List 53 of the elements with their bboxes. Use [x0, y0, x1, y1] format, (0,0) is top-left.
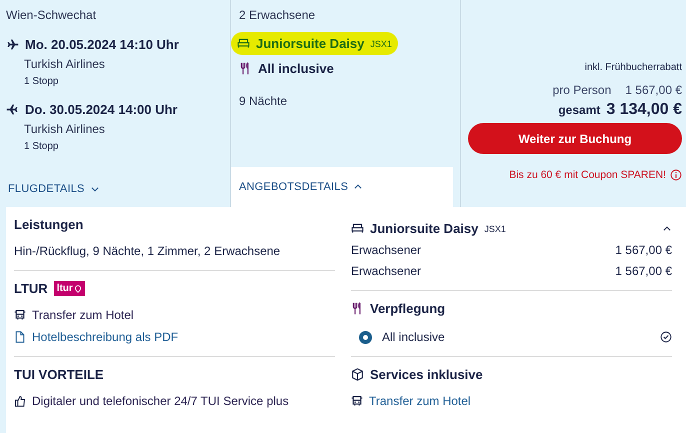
airline-text: Turkish Airlines: [23, 122, 106, 136]
bed-icon: [237, 37, 250, 50]
nights-text: 9 Nächte: [239, 94, 288, 108]
option-label: All inclusive: [382, 330, 445, 344]
info-icon[interactable]: [670, 169, 682, 181]
description-text: Hin-/Rückflug, 9 Nächte, 1 Zimmer, 2 Erwachsene: [14, 244, 282, 258]
bus-icon: [14, 309, 26, 321]
coupon-text: Bis zu 60 € mit Coupon SPAREN!: [509, 169, 666, 181]
price-value: 1 567,00 €: [625, 83, 682, 97]
section-title: Verpflegung: [370, 301, 446, 316]
stops-text: 1 Stopp: [23, 76, 60, 87]
traveller-label: Erwachsener: [351, 243, 422, 257]
thumbs-up-icon: [14, 395, 26, 407]
stops-text: 1 Stopp: [23, 141, 60, 152]
room-code: JSX1: [370, 38, 392, 48]
flight-datetime: Mo. 20.05.2024 14:10 Uhr: [25, 37, 179, 52]
origin-text: Wien-Schwechat: [6, 8, 98, 22]
traveller-label: Erwachsener: [351, 264, 422, 278]
airline-text: Turkish Airlines: [23, 57, 106, 71]
section-title: TUI VORTEILE: [14, 367, 104, 382]
traveller-price: 1 567,00 €: [615, 243, 672, 257]
tab[interactable]: FLUGDETAILS: [0, 175, 108, 207]
section-title: LTUR: [14, 281, 48, 296]
discount-note: inkl. Frühbucherrabatt: [584, 62, 682, 73]
chevron-up-icon[interactable]: [662, 224, 672, 234]
board-text: All inclusive: [258, 61, 334, 76]
check-circle-icon: [660, 331, 672, 343]
plane-icon: [6, 103, 19, 116]
bus-icon: [351, 395, 363, 407]
item-text: Digitaler und telefonischer 24/7 TUI Service plus: [32, 394, 289, 408]
item-link[interactable]: Transfer zum Hotel: [369, 394, 471, 408]
total-label: gesamt: [558, 103, 600, 117]
box-icon: [351, 368, 364, 381]
section-title: Juniorsuite Daisy: [370, 221, 478, 236]
plane-icon: [6, 38, 19, 51]
item-text: Transfer zum Hotel: [32, 308, 134, 322]
traveller-price: 1 567,00 €: [615, 264, 672, 278]
pin-icon: [74, 284, 82, 292]
item-link[interactable]: Hotelbeschreibung als PDF: [32, 330, 178, 344]
travellers-text: 2 Erwachsene: [239, 8, 316, 22]
flight-datetime: Do. 30.05.2024 14:00 Uhr: [25, 102, 178, 117]
brand-badge: ltur: [54, 281, 85, 296]
booking-button[interactable]: Weiter zur Buchung: [468, 123, 682, 154]
total-price: 3 134,00 €: [606, 101, 682, 119]
section-title: Services inklusive: [370, 367, 483, 382]
section-title: Leistungen: [14, 217, 84, 232]
price-label: pro Person: [552, 83, 612, 97]
room-code: JSX1: [484, 224, 506, 234]
document-icon: [14, 331, 26, 343]
radio-button[interactable]: [359, 330, 372, 344]
room-name: Juniorsuite Daisy: [256, 36, 364, 51]
bed-icon: [351, 222, 364, 235]
tab[interactable]: ANGEBOTSDETAILS: [231, 167, 453, 207]
